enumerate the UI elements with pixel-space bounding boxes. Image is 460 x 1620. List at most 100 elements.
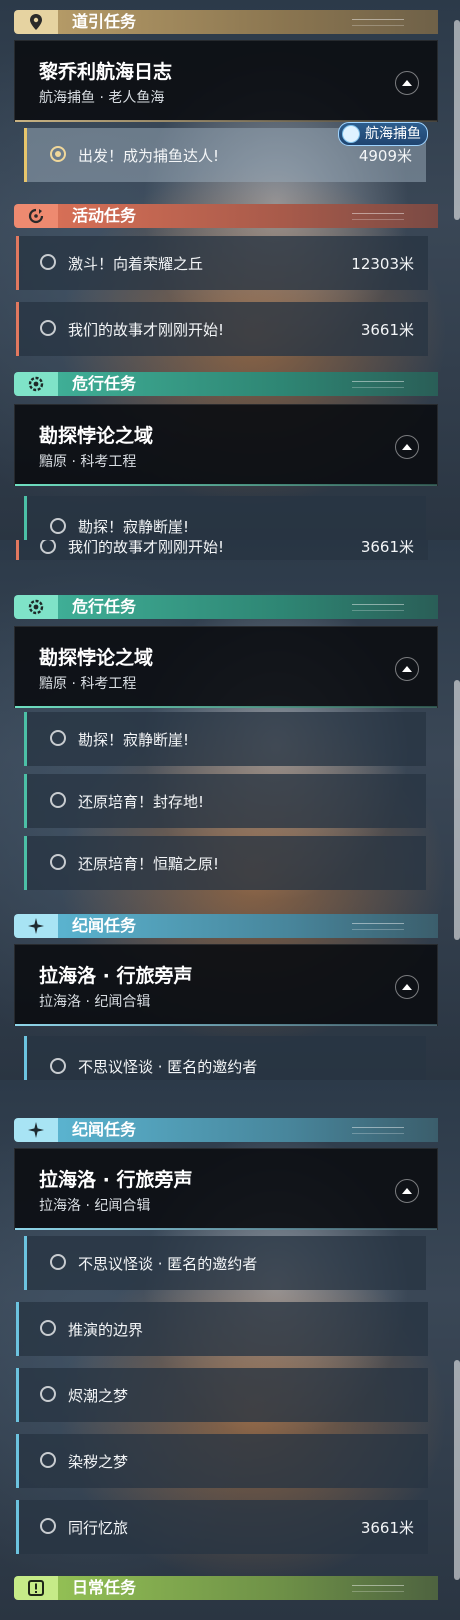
screenshot-panel-1: 道引任务 黎乔利航海日志 航海捕鱼 · 老人鱼海 出发！成为捕鱼达人! 4909… xyxy=(0,0,460,540)
activity-tag: 航海捕鱼 xyxy=(338,122,428,146)
task-accent xyxy=(16,1368,19,1422)
radio-selected-icon[interactable] xyxy=(50,146,66,162)
task-item[interactable]: 不思议怪谈 · 匿名的邀约者 xyxy=(24,1236,426,1290)
quest-group-chronicle[interactable]: 拉海洛 · 行旅旁声 拉海洛 · 纪闻合辑 xyxy=(14,1148,438,1230)
radio-icon[interactable] xyxy=(50,854,66,870)
group-subtitle: 拉海洛 · 纪闻合辑 xyxy=(39,1198,151,1214)
task-item[interactable]: 同行忆旅 3661米 xyxy=(16,1500,428,1554)
quest-group-guide[interactable]: 黎乔利航海日志 航海捕鱼 · 老人鱼海 xyxy=(14,40,438,122)
quest-group-danger[interactable]: 勘探悖论之域 黯原 · 科考工程 xyxy=(14,404,438,486)
gear-eye-icon xyxy=(14,595,58,619)
radio-icon[interactable] xyxy=(50,1058,66,1074)
task-accent xyxy=(24,836,27,890)
map-pin-icon xyxy=(14,10,58,34)
task-distance: 4909米 xyxy=(358,147,412,165)
task-item[interactable]: 还原培育！恒黯之原! xyxy=(24,836,426,890)
tag-label: 航海捕鱼 xyxy=(365,126,421,142)
group-title: 勘探悖论之域 xyxy=(39,425,154,447)
category-chronicle[interactable]: 纪闻任务 xyxy=(14,1118,438,1142)
task-accent xyxy=(16,302,19,356)
group-title: 勘探悖论之域 xyxy=(39,647,154,669)
group-title: 拉海洛 · 行旅旁声 xyxy=(39,965,193,987)
radio-icon[interactable] xyxy=(50,1254,66,1270)
category-label: 日常任务 xyxy=(72,1578,137,1597)
task-name: 勘探！寂静断崖! xyxy=(78,731,190,749)
quest-group-danger[interactable]: 勘探悖论之域 黯原 · 科考工程 xyxy=(14,626,438,708)
group-title: 黎乔利航海日志 xyxy=(39,61,173,83)
category-danger[interactable]: 危行任务 xyxy=(14,595,438,619)
sparkle-icon xyxy=(14,914,58,938)
task-accent xyxy=(16,236,19,290)
decoration xyxy=(352,381,404,388)
task-item[interactable]: 勘探！寂静断崖! xyxy=(24,712,426,766)
scrollbar[interactable] xyxy=(454,1360,460,1580)
task-accent xyxy=(24,496,27,540)
sparkle-icon xyxy=(14,1118,58,1142)
task-name: 不思议怪谈 · 匿名的邀约者 xyxy=(78,1255,258,1273)
radio-icon[interactable] xyxy=(40,540,56,554)
scrollbar[interactable] xyxy=(454,20,460,220)
category-chronicle[interactable]: 纪闻任务 xyxy=(14,914,438,938)
radio-icon[interactable] xyxy=(40,1386,56,1402)
category-daily[interactable]: 日常任务 xyxy=(14,1576,438,1600)
task-item[interactable]: 烬潮之梦 xyxy=(16,1368,428,1422)
radio-icon[interactable] xyxy=(40,1320,56,1336)
group-subtitle: 黯原 · 科考工程 xyxy=(39,676,137,692)
category-label: 危行任务 xyxy=(72,597,137,616)
decoration xyxy=(352,213,404,220)
task-name: 同行忆旅 xyxy=(68,1519,129,1537)
radio-icon[interactable] xyxy=(50,792,66,808)
category-danger[interactable]: 危行任务 xyxy=(14,372,438,396)
task-accent xyxy=(24,774,27,828)
scrollbar[interactable] xyxy=(454,680,460,940)
task-accent xyxy=(24,1236,27,1290)
task-name: 染秽之梦 xyxy=(68,1453,129,1471)
decoration xyxy=(352,1585,404,1592)
category-label: 道引任务 xyxy=(72,12,137,31)
radio-icon[interactable] xyxy=(40,1518,56,1534)
task-name: 推演的边界 xyxy=(68,1321,144,1339)
task-accent xyxy=(16,1302,19,1356)
fishing-icon xyxy=(342,125,360,143)
radio-icon[interactable] xyxy=(50,730,66,746)
category-label: 纪闻任务 xyxy=(72,916,137,935)
category-activity[interactable]: 活动任务 xyxy=(14,204,438,228)
radio-icon[interactable] xyxy=(50,518,66,534)
quest-group-chronicle[interactable]: 拉海洛 · 行旅旁声 拉海洛 · 纪闻合辑 xyxy=(14,944,438,1026)
task-distance: 12303米 xyxy=(351,255,414,273)
task-item[interactable]: 还原培育！封存地! xyxy=(24,774,426,828)
task-accent xyxy=(24,712,27,766)
task-item[interactable]: 染秽之梦 xyxy=(16,1434,428,1488)
category-guide[interactable]: 道引任务 xyxy=(14,10,438,34)
task-name: 勘探！寂静断崖! xyxy=(78,518,190,536)
radio-icon[interactable] xyxy=(40,1452,56,1468)
gear-eye-icon xyxy=(14,372,58,396)
collapse-icon[interactable] xyxy=(395,975,419,999)
task-distance: 3661米 xyxy=(360,540,414,556)
decoration xyxy=(352,1127,404,1134)
decoration xyxy=(352,604,404,611)
collapse-icon[interactable] xyxy=(395,1179,419,1203)
task-accent xyxy=(24,128,27,182)
task-item[interactable]: 激斗！向着荣耀之丘 12303米 xyxy=(16,236,428,290)
group-subtitle: 拉海洛 · 纪闻合辑 xyxy=(39,994,151,1010)
task-item[interactable]: 推演的边界 xyxy=(16,1302,428,1356)
task-item-partial[interactable]: 不思议怪谈 · 匿名的邀约者 xyxy=(24,1036,426,1080)
radio-icon[interactable] xyxy=(40,320,56,336)
task-name: 激斗！向着荣耀之丘 xyxy=(68,255,204,273)
decoration xyxy=(352,19,404,26)
collapse-icon[interactable] xyxy=(395,657,419,681)
task-item-partial[interactable]: 我们的故事才刚刚开始! 3661米 xyxy=(16,540,428,560)
task-name: 烬潮之梦 xyxy=(68,1387,129,1405)
divider xyxy=(15,484,437,486)
collapse-icon[interactable] xyxy=(395,71,419,95)
task-distance: 3661米 xyxy=(360,321,414,339)
task-item-partial[interactable]: 勘探！寂静断崖! xyxy=(24,496,426,540)
collapse-icon[interactable] xyxy=(395,435,419,459)
task-item[interactable]: 我们的故事才刚刚开始! 3661米 xyxy=(16,302,428,356)
task-distance: 3661米 xyxy=(360,1519,414,1537)
group-title: 拉海洛 · 行旅旁声 xyxy=(39,1169,193,1191)
category-label: 纪闻任务 xyxy=(72,1120,137,1139)
radio-icon[interactable] xyxy=(40,254,56,270)
task-name: 我们的故事才刚刚开始! xyxy=(68,540,225,556)
